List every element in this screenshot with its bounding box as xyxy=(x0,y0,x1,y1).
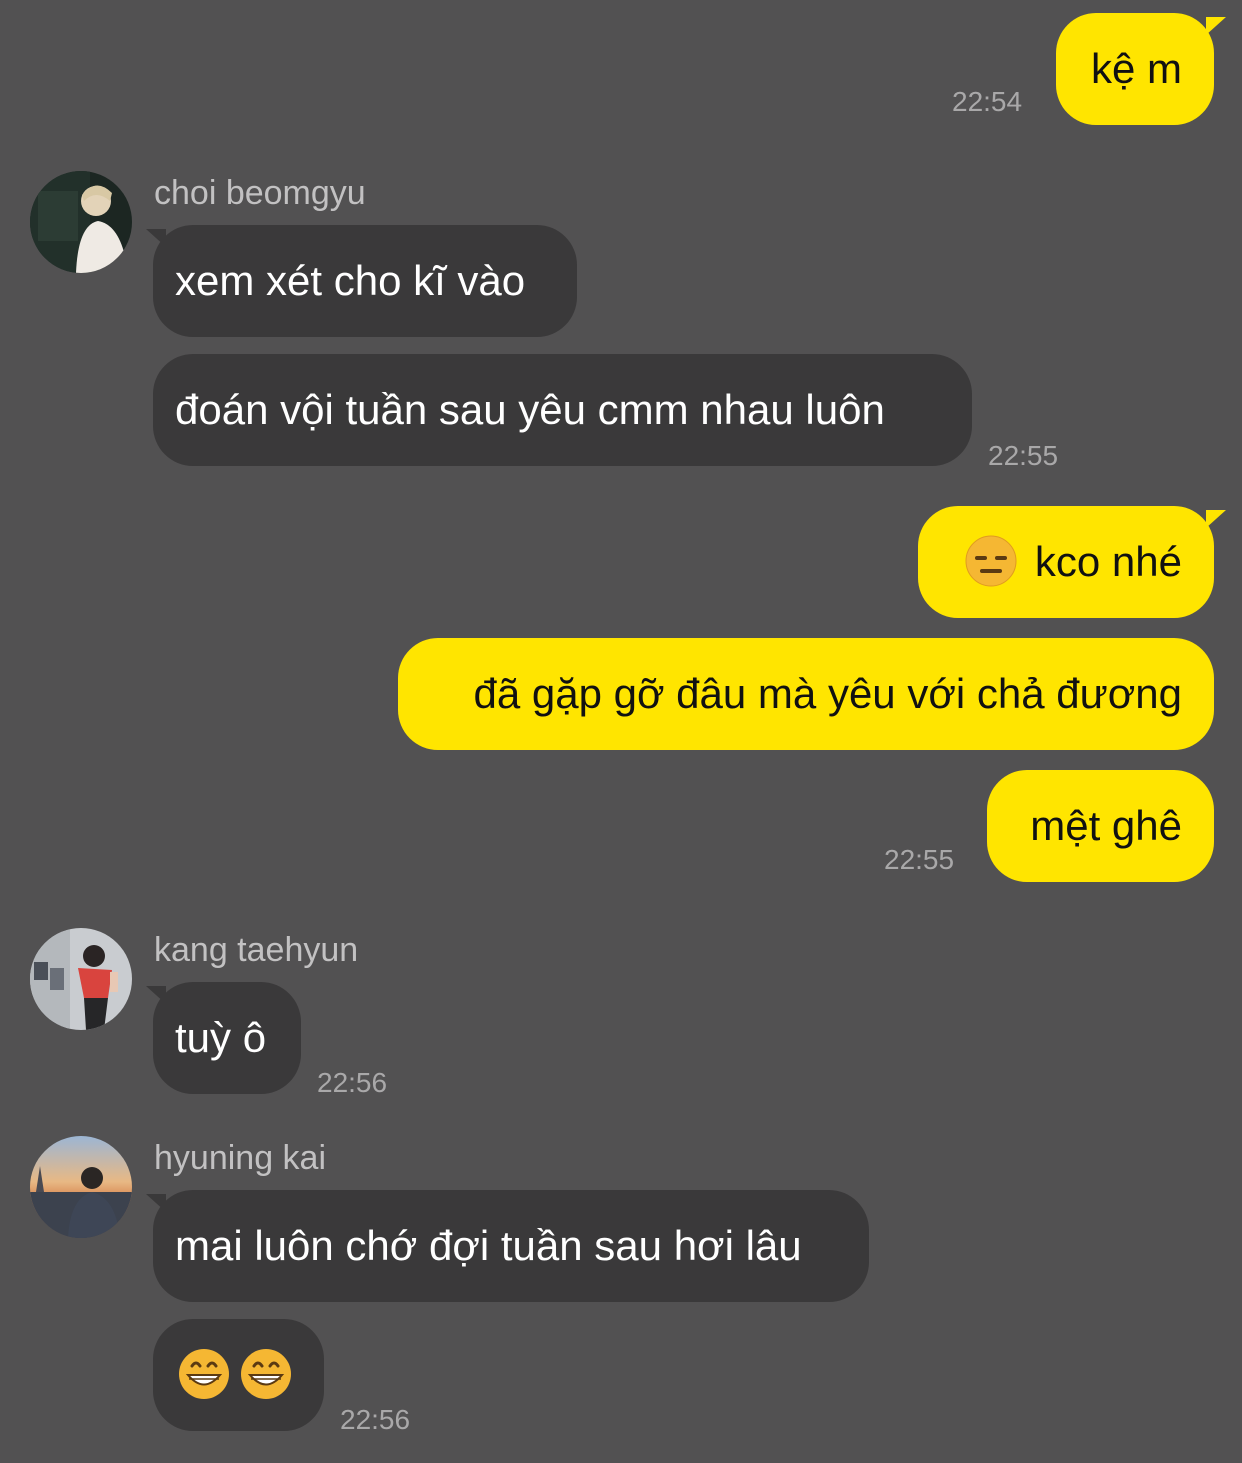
bubble-tail xyxy=(1206,17,1226,35)
message-text: kco nhé xyxy=(1034,538,1182,585)
avatar-taehyun[interactable] xyxy=(30,928,132,1030)
message-timestamp: 22:56 xyxy=(317,1067,388,1098)
avatar-beomgyu[interactable] xyxy=(30,171,132,273)
outgoing-message-bubble[interactable]: đã gặp gỡ đâu mà yêu với chả đương xyxy=(398,638,1214,750)
expressionless-face-emoji xyxy=(965,535,1017,587)
outgoing-message-bubble[interactable]: kệ m xyxy=(1056,13,1214,125)
grinning-face-emoji xyxy=(178,1348,230,1400)
bubble-tail xyxy=(1206,510,1226,528)
avatar-photo-icon xyxy=(30,928,132,1030)
message-text: đã gặp gỡ đâu mà yêu với chả đương xyxy=(473,670,1182,717)
message-timestamp: 22:56 xyxy=(340,1404,411,1435)
message-timestamp: 22:55 xyxy=(884,844,955,875)
outgoing-message-bubble[interactable]: kco nhé xyxy=(918,506,1214,618)
avatar-photo-icon xyxy=(30,171,132,273)
grinning-face-emoji xyxy=(240,1348,292,1400)
sender-name: choi beomgyu xyxy=(154,174,366,212)
bubble-tail xyxy=(146,986,166,1004)
bubble-tail xyxy=(146,1194,166,1212)
outgoing-message-bubble[interactable]: mệt ghê xyxy=(987,770,1214,882)
incoming-message-bubble[interactable] xyxy=(153,1319,324,1431)
message-text: mai luôn chớ đợi tuần sau hơi lâu xyxy=(175,1222,802,1269)
message-text: tuỳ ô xyxy=(175,1014,267,1061)
incoming-message-bubble[interactable]: xem xét cho kĩ vào xyxy=(153,225,577,337)
bubble-tail xyxy=(146,229,166,247)
avatar-kai[interactable] xyxy=(30,1136,132,1238)
message-text: kệ m xyxy=(1090,45,1182,92)
incoming-message-bubble[interactable]: mai luôn chớ đợi tuần sau hơi lâu xyxy=(153,1190,869,1302)
sender-name: kang taehyun xyxy=(154,931,359,969)
message-timestamp: 22:54 xyxy=(952,86,1023,117)
sender-name: hyuning kai xyxy=(154,1139,327,1177)
message-text: xem xét cho kĩ vào xyxy=(175,257,526,304)
message-text: đoán vội tuần sau yêu cmm nhau luôn xyxy=(175,386,885,433)
message-timestamp: 22:55 xyxy=(988,440,1059,471)
message-text: mệt ghê xyxy=(1030,802,1182,849)
incoming-message-bubble[interactable]: đoán vội tuần sau yêu cmm nhau luôn xyxy=(153,354,972,466)
chat-transcript: kệ m 22:54 choi beomgyu xem xét cho kĩ v… xyxy=(0,0,1242,1463)
avatar-photo-icon xyxy=(30,1136,132,1238)
incoming-message-bubble[interactable]: tuỳ ô xyxy=(153,982,301,1094)
